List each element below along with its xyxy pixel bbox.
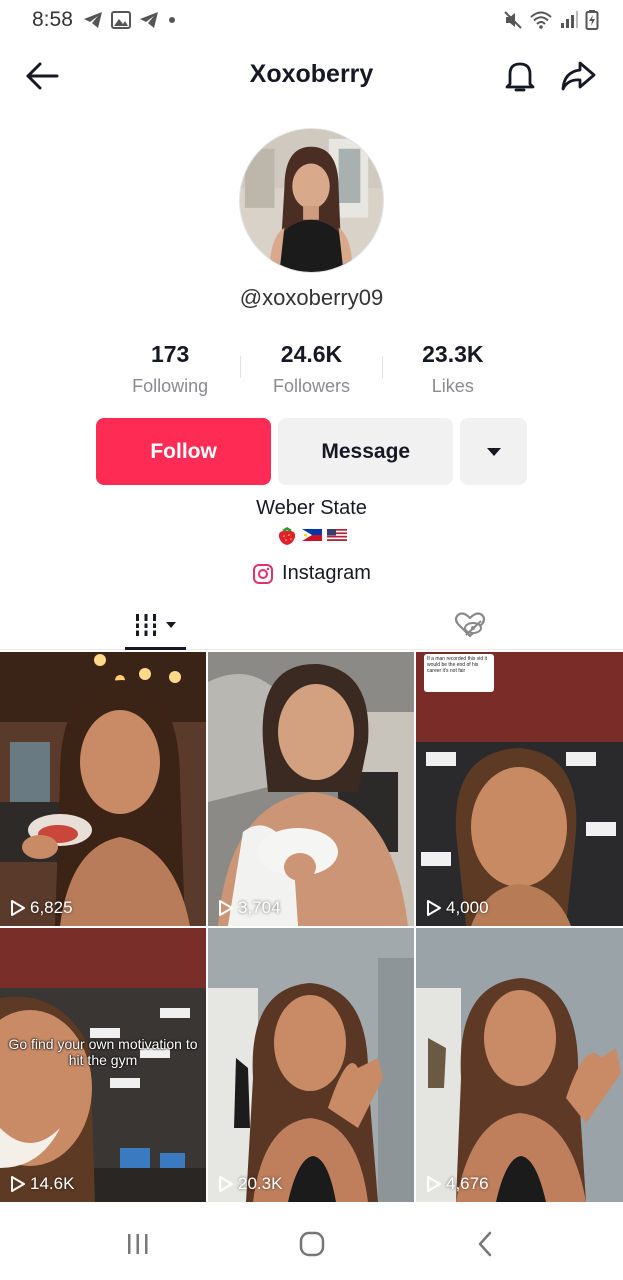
view-count-label: 20.3K <box>238 1174 283 1193</box>
video-thumbnail[interactable]: 4,676 <box>416 928 623 1202</box>
bell-icon <box>505 62 535 92</box>
comment-reply-card: If a man recorded this vid it would be t… <box>424 654 494 692</box>
stat-followers[interactable]: 24.6K Followers <box>241 338 381 404</box>
video-thumbnail[interactable]: 3,704 <box>208 652 414 926</box>
view-count: 14.6K <box>10 1174 74 1194</box>
tab-videos[interactable] <box>120 600 190 650</box>
strawberry-icon <box>278 527 295 545</box>
view-count: 4,676 <box>426 1174 489 1194</box>
video-thumbnail[interactable]: Go find your own motivation to hit the g… <box>0 928 206 1202</box>
notifications-button[interactable] <box>498 56 542 96</box>
video-thumbnail-image <box>416 652 623 926</box>
view-count: 3,704 <box>218 898 281 918</box>
follow-button[interactable]: Follow <box>96 418 272 485</box>
telegram-icon <box>83 12 102 28</box>
view-count-label: 3,704 <box>238 898 281 917</box>
wifi-icon <box>530 11 552 29</box>
play-icon <box>11 900 25 916</box>
message-button[interactable]: Message <box>278 418 454 485</box>
telegram-icon <box>139 12 158 28</box>
caret-down-icon <box>486 447 501 456</box>
instagram-icon <box>253 563 274 584</box>
status-bar: 8:58 <box>0 0 623 40</box>
play-icon <box>427 900 441 916</box>
dot-icon <box>168 17 175 23</box>
hidden-heart-icon <box>454 612 486 638</box>
video-thumbnail-image <box>416 928 623 1202</box>
play-icon <box>11 1176 25 1192</box>
grid-bars-icon <box>134 614 158 636</box>
tab-active-indicator <box>125 647 186 650</box>
view-count-label: 4,676 <box>446 1174 489 1193</box>
video-thumbnail-image <box>208 928 414 1202</box>
view-count: 6,825 <box>10 898 73 918</box>
stat-value: 23.3K <box>422 341 484 367</box>
philippines-flag-icon <box>301 529 322 541</box>
play-icon <box>219 1176 233 1192</box>
profile-header: Xoxoberry <box>0 44 623 108</box>
profile-tabs <box>0 600 623 650</box>
signal-icon <box>561 11 578 28</box>
stat-value: 173 <box>150 341 190 367</box>
instagram-link[interactable]: Instagram <box>0 562 623 585</box>
home-icon <box>299 1231 325 1257</box>
stat-label: Following <box>132 376 209 396</box>
stat-label: Likes <box>431 376 474 396</box>
status-notification-icons <box>83 11 177 29</box>
home-button[interactable] <box>284 1226 340 1262</box>
caret-down-icon <box>166 622 176 628</box>
mute-icon <box>504 11 522 29</box>
gallery-icon <box>110 11 131 29</box>
video-thumbnail[interactable]: If a man recorded this vid it would be t… <box>416 652 623 926</box>
us-flag-icon <box>326 529 347 541</box>
avatar[interactable] <box>239 128 384 273</box>
back-icon <box>478 1231 492 1257</box>
play-icon <box>427 1176 441 1192</box>
view-count: 20.3K <box>218 1174 282 1194</box>
stat-following[interactable]: 173 Following <box>100 338 240 404</box>
profile-stats: 173 Following 24.6K Followers 23.3K Like… <box>100 338 523 404</box>
video-thumbnail-image <box>0 652 206 926</box>
recent-apps-button[interactable] <box>110 1226 166 1262</box>
view-count: 4,000 <box>426 898 489 918</box>
video-thumbnail[interactable]: 6,825 <box>0 652 206 926</box>
suggested-accounts-button[interactable] <box>460 418 527 485</box>
view-count-label: 4,000 <box>446 898 489 917</box>
battery-icon <box>585 10 599 30</box>
instagram-link-label: Instagram <box>282 562 371 584</box>
bio-text: Weber State <box>256 497 367 519</box>
play-icon <box>219 900 233 916</box>
share-arrow-icon <box>561 61 596 91</box>
profile-actions: Follow Message <box>96 418 527 485</box>
share-button[interactable] <box>556 56 600 96</box>
video-thumbnail[interactable]: 20.3K <box>208 928 414 1202</box>
stat-value: 24.6K <box>280 341 343 367</box>
view-count-label: 14.6K <box>30 1174 75 1193</box>
tab-liked[interactable] <box>448 600 492 650</box>
view-count-label: 6,825 <box>30 898 73 917</box>
video-thumbnail-image <box>208 652 414 926</box>
system-back-button[interactable] <box>458 1226 514 1262</box>
bio-emojis <box>0 524 623 546</box>
video-grid: 6,825 3,704 If a man recorded this vid i… <box>0 652 623 1202</box>
system-nav-bar <box>0 1208 623 1280</box>
avatar-photo <box>240 129 383 272</box>
status-system-icons <box>503 9 599 31</box>
stat-label: Followers <box>272 376 350 396</box>
recent-apps-icon <box>128 1234 148 1254</box>
username: @xoxoberry09 <box>239 285 384 310</box>
stat-likes[interactable]: 23.3K Likes <box>383 338 523 404</box>
status-time: 8:58 <box>32 8 73 31</box>
video-caption: Go find your own motivation to hit the g… <box>8 1036 198 1068</box>
